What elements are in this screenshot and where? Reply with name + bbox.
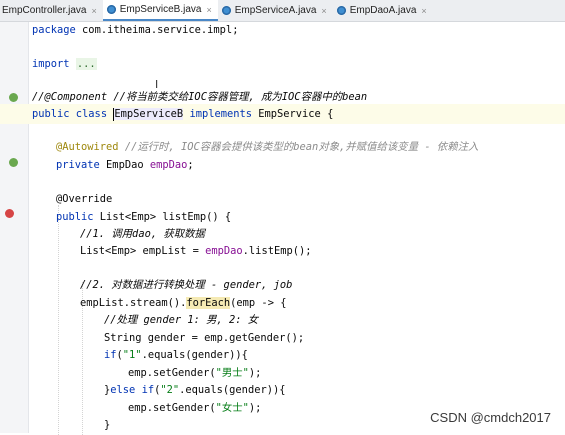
close-icon[interactable]: × — [206, 5, 211, 15]
code-line: }else if("2".equals(gender)){ — [104, 384, 286, 396]
watermark: CSDN @cmdch2017 — [430, 410, 551, 425]
close-icon[interactable]: × — [91, 6, 96, 16]
tab-empservicea[interactable]: EmpServiceA.java × — [218, 0, 333, 21]
code-line: package com.itheima.service.impl; — [32, 24, 239, 36]
tab-empcontroller[interactable]: EmpController.java × — [0, 0, 103, 21]
tab-label: EmpServiceA.java — [234, 5, 317, 16]
code-line: @Override — [56, 193, 113, 205]
tab-empdaoa[interactable]: EmpDaoA.java × — [333, 0, 433, 21]
tab-label: EmpServiceB.java — [119, 4, 202, 15]
editor-tab-bar: EmpController.java × EmpServiceB.java × … — [0, 0, 565, 22]
tab-label: EmpDaoA.java — [349, 5, 417, 16]
code-line: if("1".equals(gender)){ — [104, 349, 248, 361]
code-line: //处理 gender 1: 男, 2: 女 — [104, 314, 259, 326]
code-editor[interactable]: package com.itheima.service.impl; import… — [0, 22, 565, 435]
java-class-icon — [336, 6, 346, 15]
ibeam-cursor-icon: I — [155, 78, 159, 91]
code-line: //2. 对数据进行转换处理 - gender, job — [80, 279, 293, 291]
code-line: private EmpDao empDao; — [56, 159, 194, 171]
close-icon[interactable]: × — [421, 6, 426, 16]
close-icon[interactable]: × — [321, 6, 326, 16]
code-line: import ... — [32, 58, 97, 70]
code-line: public class EmpServiceB implements EmpS… — [0, 104, 565, 124]
code-line: @Autowired //运行时, IOC容器会提供该类型的bean对象,并赋值… — [56, 141, 479, 153]
java-class-icon — [221, 6, 231, 15]
java-class-icon — [106, 5, 116, 14]
tab-empserviceb[interactable]: EmpServiceB.java × — [102, 0, 218, 21]
tab-label: EmpController.java — [2, 5, 87, 16]
code-line: List<Emp> empList = empDao.listEmp(); — [80, 245, 312, 257]
folded-imports[interactable]: ... — [75, 58, 97, 70]
